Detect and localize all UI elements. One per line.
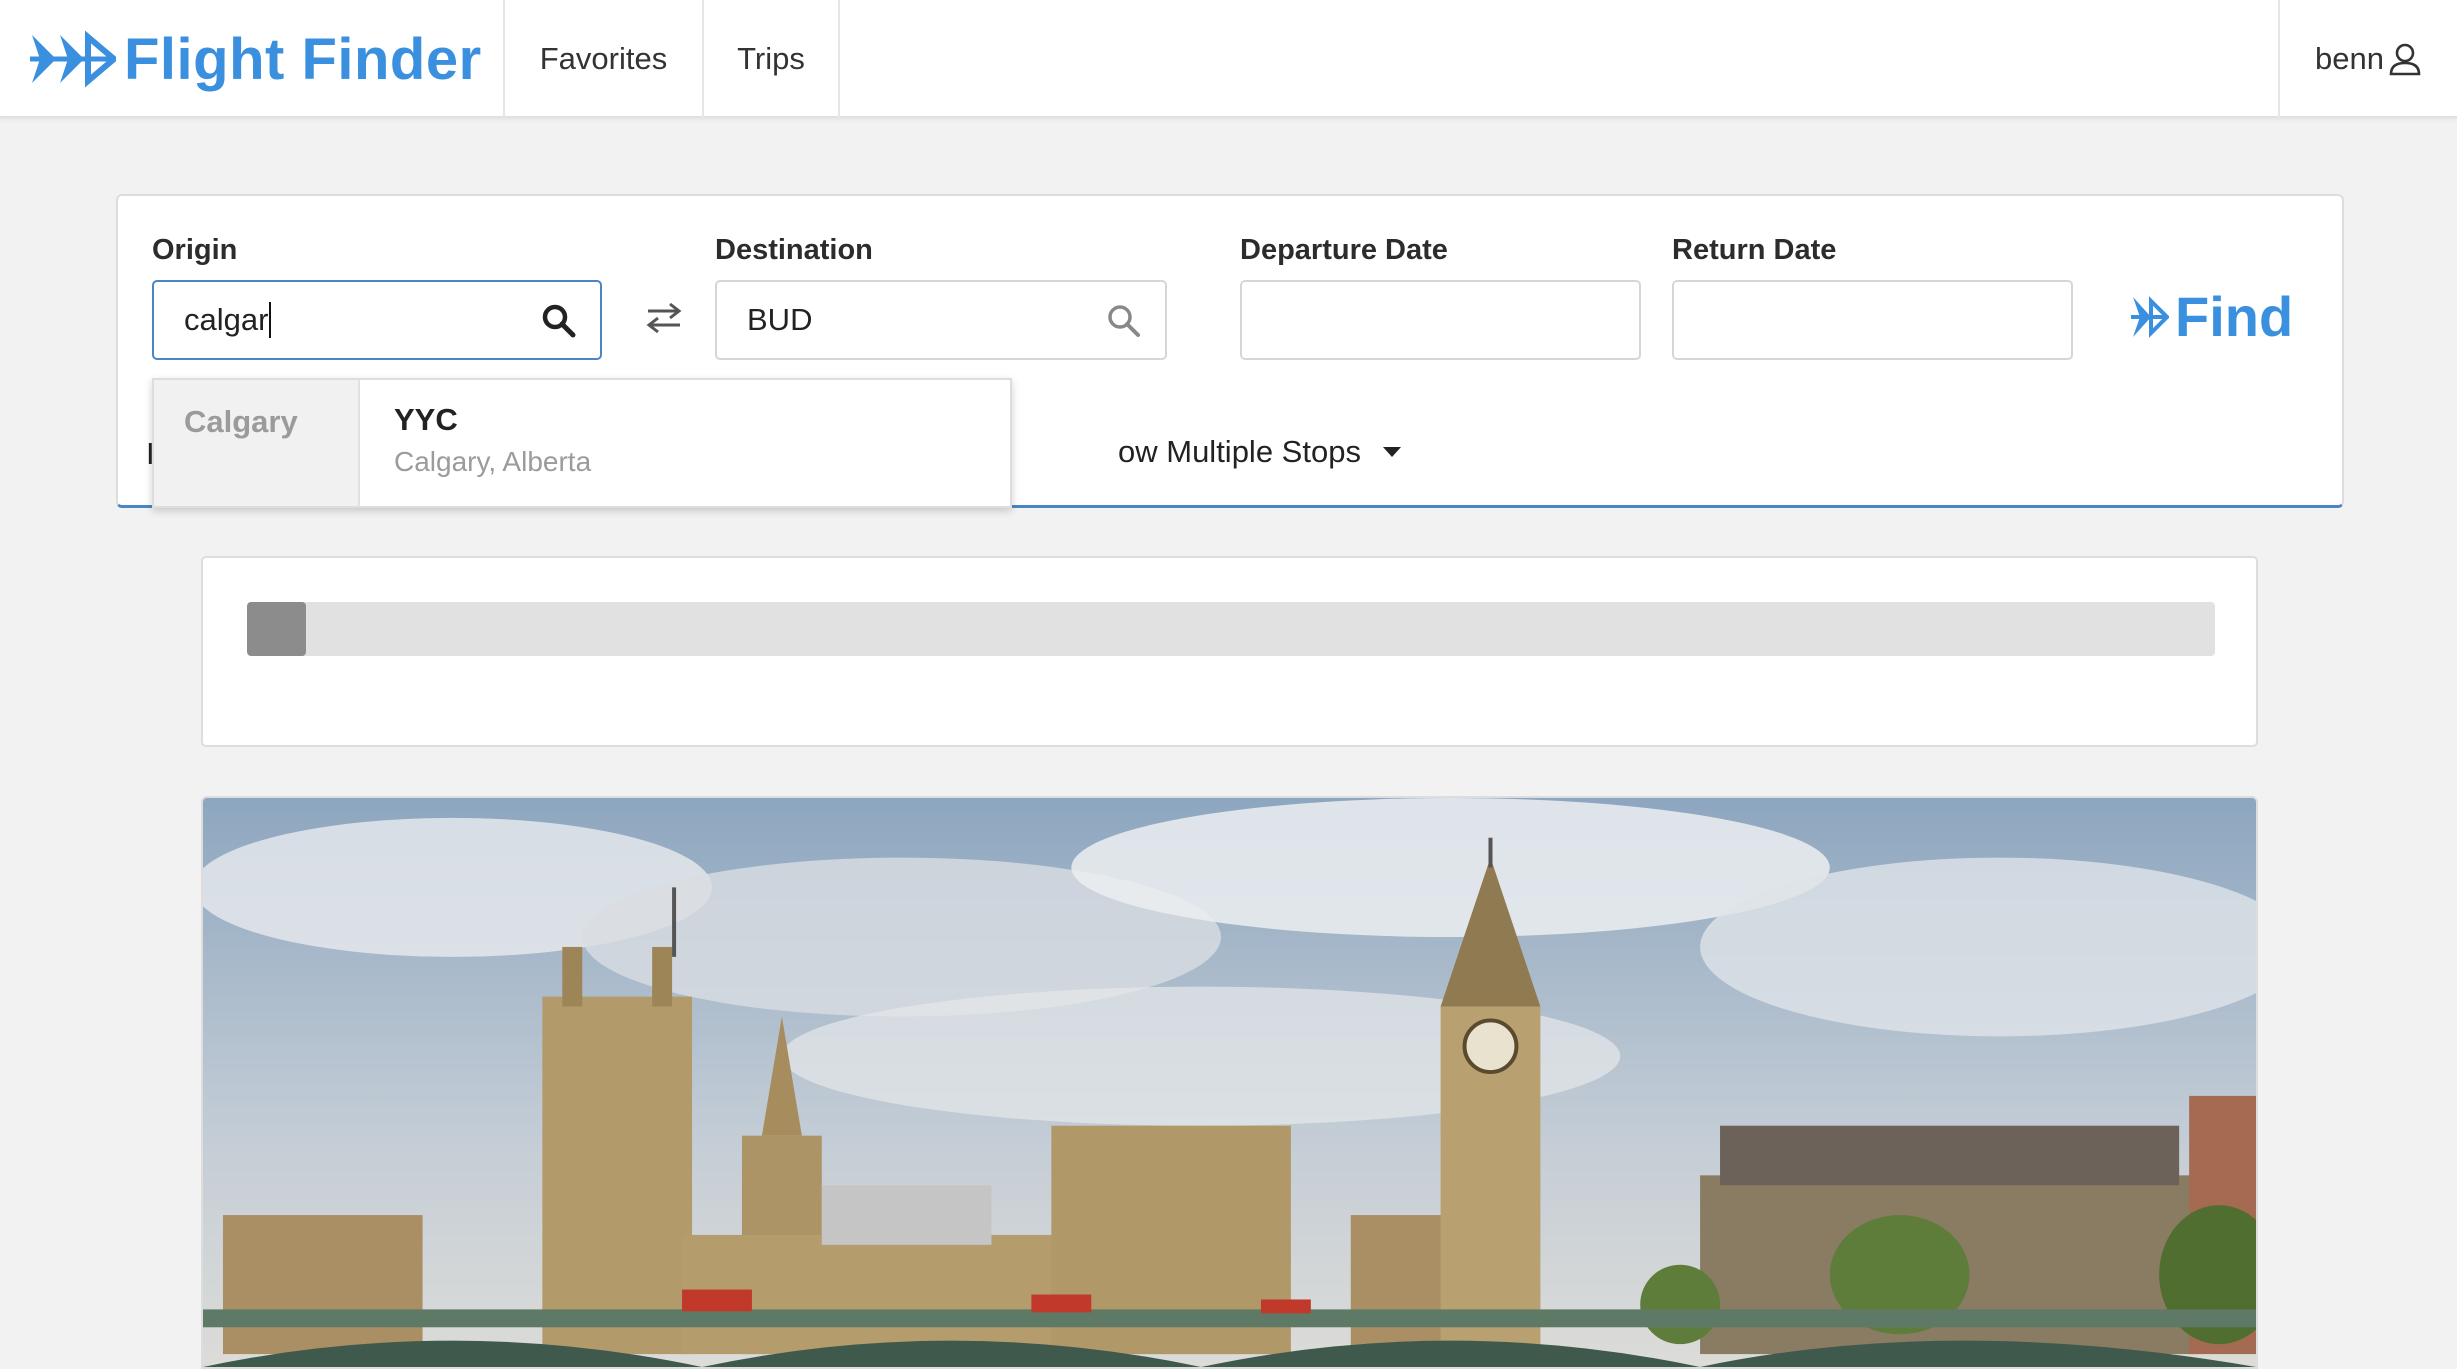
nav-item-favorites[interactable]: Favorites (505, 0, 702, 118)
autocomplete-group-label: Calgary (154, 380, 360, 506)
airport-city: Calgary, Alberta (394, 446, 592, 477)
user-name: benn (2315, 41, 2384, 76)
user-menu[interactable]: benn (2280, 0, 2457, 118)
airport-code: YYC (394, 402, 458, 437)
find-button[interactable]: Find (2131, 284, 2293, 349)
hero-image (201, 796, 2258, 1369)
app-logo[interactable]: Flight Finder (30, 18, 482, 100)
logo-arrow-icon (2131, 295, 2169, 338)
departure-date-input[interactable] (1240, 280, 1641, 360)
origin-input[interactable]: calgar (152, 280, 602, 360)
return-date-label: Return Date (1672, 234, 1837, 266)
search-progress-panel (201, 556, 2258, 747)
app-name: Flight Finder (124, 26, 482, 92)
destination-input[interactable]: BUD (715, 280, 1167, 360)
swap-arrows-icon[interactable] (642, 296, 686, 340)
progress-bar (247, 602, 2215, 656)
logo-arrows-icon (30, 30, 116, 88)
stops-select-label: ow Multiple Stops (1118, 434, 1361, 469)
origin-input-value: calgar (184, 302, 269, 337)
top-navbar: Flight Finder Favorites Trips benn (0, 0, 2457, 118)
find-button-label: Find (2175, 285, 2294, 348)
origin-label: Origin (152, 234, 238, 266)
user-icon (2389, 43, 2421, 76)
text-caret (269, 302, 272, 338)
origin-autocomplete-dropdown: Calgary YYC Calgary, Alberta (152, 378, 1012, 508)
departure-date-label: Departure Date (1240, 234, 1448, 266)
search-icon[interactable] (1105, 302, 1143, 340)
london-westminster-photo (203, 798, 2256, 1367)
return-date-input[interactable] (1672, 280, 2073, 360)
nav-divider (838, 0, 840, 118)
autocomplete-option[interactable]: YYC Calgary, Alberta (360, 380, 1010, 506)
progress-bar-fill (247, 602, 307, 656)
destination-label: Destination (715, 234, 873, 266)
search-icon[interactable] (540, 302, 578, 340)
nav-item-trips[interactable]: Trips (704, 0, 838, 118)
stops-select[interactable]: ow Multiple Stops (1118, 434, 1401, 470)
destination-input-value: BUD (747, 302, 813, 337)
caret-down-icon (1382, 447, 1401, 457)
